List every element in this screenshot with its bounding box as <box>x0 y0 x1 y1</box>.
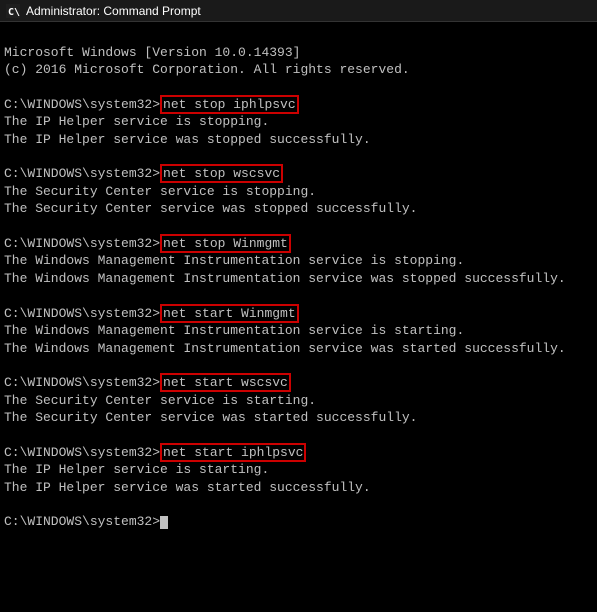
terminal-line: The IP Helper service was started succes… <box>4 479 593 497</box>
terminal-line <box>4 357 593 374</box>
terminal-line <box>4 79 593 96</box>
terminal-line: C:\WINDOWS\system32>net start iphlpsvc <box>4 444 593 462</box>
prompt-text: C:\WINDOWS\system32> <box>4 97 160 112</box>
terminal-line: The Windows Management Instrumentation s… <box>4 270 593 288</box>
svg-text:C\: C\ <box>8 7 20 18</box>
command-highlight: net stop wscsvc <box>160 164 283 183</box>
terminal-line: The Security Center service was started … <box>4 409 593 427</box>
terminal-line: C:\WINDOWS\system32>net start wscsvc <box>4 374 593 392</box>
prompt-text: C:\WINDOWS\system32> <box>4 445 160 460</box>
terminal-line: C:\WINDOWS\system32>net stop Winmgmt <box>4 235 593 253</box>
command-highlight: net stop Winmgmt <box>160 234 291 253</box>
terminal-line <box>4 148 593 165</box>
terminal-line: C:\WINDOWS\system32> <box>4 513 593 531</box>
terminal-line: The Windows Management Instrumentation s… <box>4 340 593 358</box>
terminal-line: Microsoft Windows [Version 10.0.14393] <box>4 44 593 62</box>
terminal-line: C:\WINDOWS\system32>net start Winmgmt <box>4 305 593 323</box>
terminal-line: C:\WINDOWS\system32>net stop wscsvc <box>4 165 593 183</box>
cursor-block <box>160 516 168 529</box>
terminal-line: The IP Helper service is starting. <box>4 461 593 479</box>
terminal-line: The Security Center service was stopped … <box>4 200 593 218</box>
prompt-text: C:\WINDOWS\system32> <box>4 375 160 390</box>
command-highlight: net start wscsvc <box>160 373 291 392</box>
terminal-line: The IP Helper service was stopped succes… <box>4 131 593 149</box>
terminal-line: The Security Center service is stopping. <box>4 183 593 201</box>
terminal-line <box>4 288 593 305</box>
prompt-text: C:\WINDOWS\system32> <box>4 306 160 321</box>
command-highlight: net start Winmgmt <box>160 304 299 323</box>
terminal-line <box>4 427 593 444</box>
terminal-line: C:\WINDOWS\system32>net stop iphlpsvc <box>4 96 593 114</box>
title-bar-icon: C\ <box>6 4 20 18</box>
prompt-text: C:\WINDOWS\system32> <box>4 236 160 251</box>
terminal-body: Microsoft Windows [Version 10.0.14393](c… <box>0 22 597 535</box>
terminal-line: The Security Center service is starting. <box>4 392 593 410</box>
title-bar: C\ Administrator: Command Prompt <box>0 0 597 22</box>
terminal-line: The IP Helper service is stopping. <box>4 113 593 131</box>
command-highlight: net start iphlpsvc <box>160 443 306 462</box>
terminal-line: The Windows Management Instrumentation s… <box>4 322 593 340</box>
command-highlight: net stop iphlpsvc <box>160 95 299 114</box>
terminal-line: (c) 2016 Microsoft Corporation. All righ… <box>4 61 593 79</box>
terminal-line <box>4 218 593 235</box>
terminal-line: The Windows Management Instrumentation s… <box>4 252 593 270</box>
terminal-line <box>4 496 593 513</box>
prompt-text: C:\WINDOWS\system32> <box>4 166 160 181</box>
prompt-text: C:\WINDOWS\system32> <box>4 514 160 529</box>
title-bar-text: Administrator: Command Prompt <box>26 4 201 18</box>
